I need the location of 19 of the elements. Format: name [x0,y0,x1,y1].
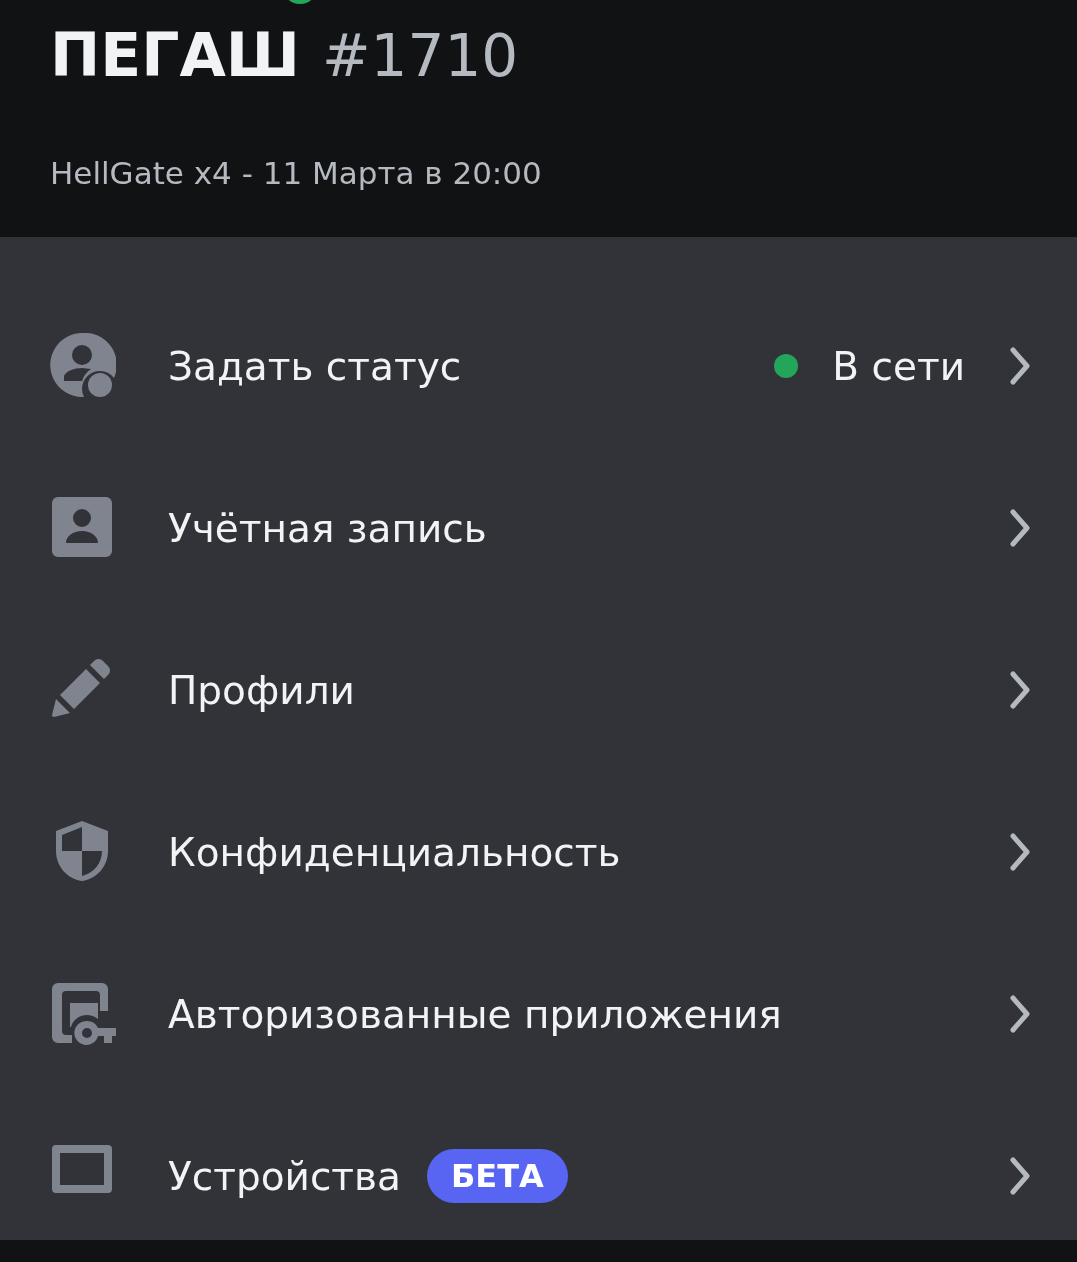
settings-item[interactable]: Учётная запись [0,447,1077,609]
status-icon [50,333,116,399]
settings-item[interactable]: Задать статус В сети [0,285,1077,447]
item-label: Устройства [168,1153,401,1199]
custom-status-text: HellGate x4 - 11 Марта в 20:00 [50,154,543,193]
settings-item[interactable]: Конфиденциальность [0,771,1077,933]
settings-item[interactable]: Профили [0,609,1077,771]
app-key-icon [50,981,116,1047]
item-label: Профили [168,667,355,713]
item-label: Задать статус [168,343,462,389]
beta-badge: БЕТА [426,1149,568,1203]
user-tag: #1710 [322,15,519,97]
item-label: Конфиденциальность [168,829,621,875]
settings-item[interactable]: Устройства БЕТА [0,1095,1077,1240]
item-label: Учётная запись [168,505,487,551]
status-value: В сети [832,343,965,389]
settings-item[interactable]: Авторизованные приложения [0,933,1077,1095]
username: ПЕГАШ [50,19,300,92]
item-label: Авторизованные приложения [168,991,782,1037]
